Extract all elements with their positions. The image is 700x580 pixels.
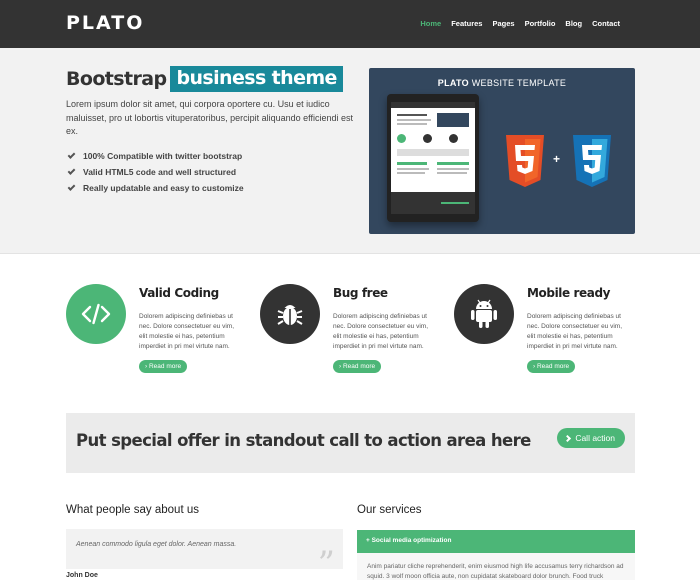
hero-feature-label: Really updatable and easy to customize [83,183,244,193]
feature-title: Bug free [333,286,388,300]
hero-feature-item: Really updatable and easy to customize [67,180,244,196]
services-accordion-header[interactable]: + Social media optimization [357,530,635,553]
chevron-right-icon [564,434,572,442]
hero-feature-item: 100% Compatible with twitter bootstrap [67,148,244,164]
check-icon [67,150,76,159]
plus-icon: + [553,152,561,166]
check-icon [67,166,76,175]
call-to-action-area: Put special offer in standout call to ac… [66,413,635,473]
promo-banner: PLATO WEBSITE TEMPLATE + [369,68,635,234]
feature-text: Dolorem adipiscing definiebas ut nec. Do… [333,313,429,350]
hero-section: Bootstrap business theme Lorem ipsum dol… [0,48,700,254]
testimonials-heading: What people say about us [66,504,199,516]
css3-logo-icon [573,135,611,187]
hero-description: Lorem ipsum dolor sit amet, qui corpora … [66,99,353,136]
top-navbar: PLATO Home Features Pages Portfolio Blog… [0,0,700,48]
hero-title-highlight: business theme [170,66,343,92]
promo-title-bold: PLATO [437,78,469,88]
feature-valid-coding: Valid Coding Dolorem adipiscing definieb… [66,284,256,384]
nav-contact[interactable]: Contact [592,19,620,28]
cta-text: Put special offer in standout call to ac… [76,431,531,450]
site-logo[interactable]: PLATO [66,12,144,34]
promo-title: PLATO WEBSITE TEMPLATE [369,78,635,88]
testimonial-author: John Doe [66,572,98,579]
read-more-button[interactable]: › Read more [139,360,188,373]
testimonial-box: Aenean commodo ligula eget dolor. Aenean… [66,529,343,580]
services-accordion-body: Anim pariatur cliche reprehenderit, enim… [357,553,635,580]
hero-feature-item: Valid HTML5 code and well structured [67,164,244,180]
html5-logo-icon [506,135,544,187]
hero-feature-label: 100% Compatible with twitter bootstrap [83,151,243,161]
quote-icon: ” [317,544,335,580]
read-more-button[interactable]: › Read more [333,360,382,373]
feature-bug-free: Bug free Dolorem adipiscing definiebas u… [260,284,450,384]
nav-home[interactable]: Home [420,19,441,28]
main-nav: Home Features Pages Portfolio Blog Conta… [420,19,620,28]
code-icon [66,284,126,344]
bug-icon [260,284,320,344]
services-heading: Our services [357,504,422,516]
feature-text: Dolorem adipiscing definiebas ut nec. Do… [139,313,235,350]
nav-portfolio[interactable]: Portfolio [525,19,556,28]
nav-pages[interactable]: Pages [492,19,514,28]
accordion-title: + Social media optimization [366,537,452,544]
hero-feature-label: Valid HTML5 code and well structured [83,167,237,177]
call-action-label: Call action [575,433,615,443]
hero-title: Bootstrap business theme [66,66,343,92]
feature-text: Dolorem adipiscing definiebas ut nec. Do… [527,313,623,350]
read-more-button[interactable]: › Read more [527,360,576,373]
tablet-mockup-image [387,94,479,222]
hero-title-main: Bootstrap [66,68,167,90]
hero-feature-list: 100% Compatible with twitter bootstrap V… [67,148,244,196]
android-icon [454,284,514,344]
feature-mobile-ready: Mobile ready Dolorem adipiscing definieb… [454,284,644,384]
nav-blog[interactable]: Blog [565,19,582,28]
tablet-screen [391,102,475,214]
feature-title: Valid Coding [139,286,219,300]
feature-title: Mobile ready [527,286,611,300]
promo-title-rest: WEBSITE TEMPLATE [468,78,567,88]
check-icon [67,182,76,191]
call-action-button[interactable]: Call action [557,428,625,448]
accordion-text: Anim pariatur cliche reprehenderit, enim… [367,563,624,580]
nav-features[interactable]: Features [451,19,482,28]
testimonial-quote: Aenean commodo ligula eget dolor. Aenean… [76,541,237,548]
